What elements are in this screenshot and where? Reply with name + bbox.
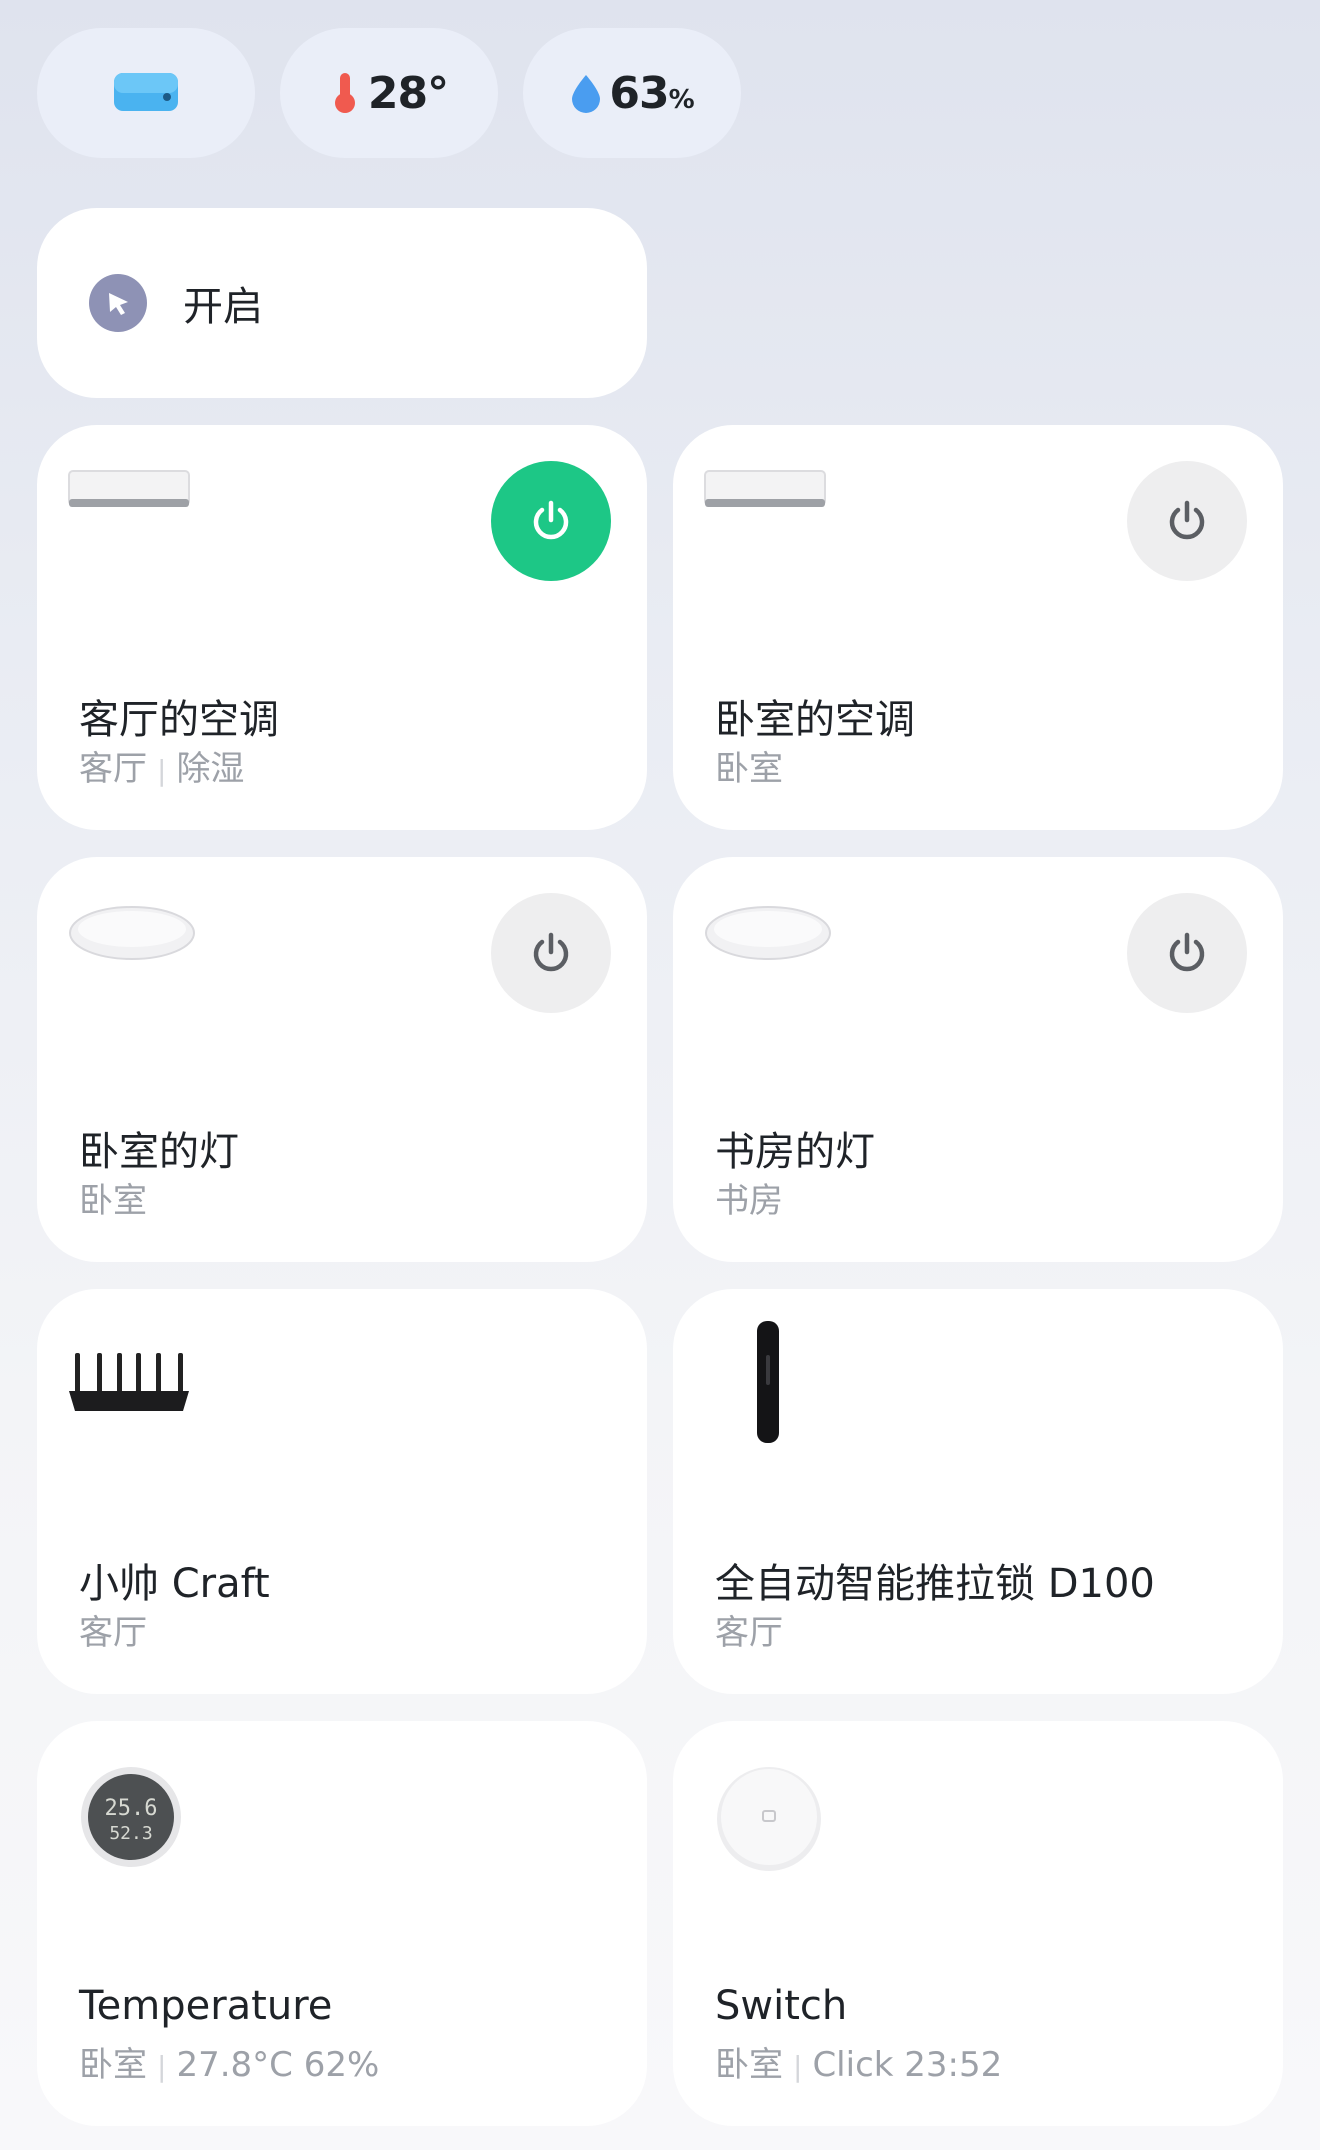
- humidity-value: 63: [609, 67, 669, 119]
- device-subtitle: 客厅: [715, 1605, 783, 1654]
- air-conditioner-icon: [114, 73, 178, 111]
- device-name: 全自动智能推拉锁 D100: [715, 1561, 1155, 1607]
- device-card-smart-lock[interactable]: 全自动智能推拉锁 D100 客厅: [673, 1289, 1283, 1694]
- device-status: 27.8°C 62%: [176, 2045, 380, 2085]
- power-icon: [533, 500, 569, 540]
- power-icon: [533, 932, 569, 972]
- smart-lock-icon: [753, 1319, 783, 1449]
- power-button[interactable]: [1127, 893, 1247, 1013]
- cursor-scene-icon: [89, 274, 147, 332]
- router-icon: [67, 1351, 191, 1421]
- sensor-display-temp: 25.6: [105, 1796, 158, 1821]
- device-status: 除湿: [176, 749, 245, 789]
- device-card-bedroom-light[interactable]: 卧室的灯 卧室: [37, 857, 647, 1262]
- air-conditioner-icon: [703, 465, 827, 519]
- humidity-unit: %: [668, 85, 695, 115]
- separator: |: [157, 754, 167, 787]
- device-room: 客厅: [79, 1613, 147, 1653]
- device-subtitle: 卧室 | 27.8°C 62%: [79, 2037, 379, 2086]
- ceiling-light-icon: [703, 897, 833, 967]
- device-room: 卧室: [715, 749, 783, 789]
- device-name: 客厅的空调: [79, 697, 279, 743]
- device-room: 卧室: [715, 2045, 783, 2085]
- device-room: 书房: [715, 1181, 783, 1221]
- thermometer-icon: [334, 73, 355, 113]
- device-room: 卧室: [79, 1181, 147, 1221]
- device-card-study-light[interactable]: 书房的灯 书房: [673, 857, 1283, 1262]
- sensor-display-humidity: 52.3: [109, 1823, 152, 1844]
- device-room: 客厅: [715, 1613, 783, 1653]
- power-icon: [1169, 932, 1205, 972]
- device-card-wireless-switch[interactable]: Switch 卧室 | Click 23:52: [673, 1721, 1283, 2126]
- device-name: Switch: [715, 1983, 848, 2029]
- device-subtitle: 书房: [715, 1173, 783, 1222]
- device-subtitle: 客厅: [79, 1605, 147, 1654]
- temperature-pill[interactable]: 28°: [280, 28, 498, 158]
- wireless-switch-icon: [715, 1765, 823, 1877]
- device-room: 客厅: [79, 749, 147, 789]
- power-icon: [1169, 500, 1205, 540]
- device-card-temperature-sensor[interactable]: 25.6 52.3 Temperature 卧室 | 27.8°C 62%: [37, 1721, 647, 2126]
- separator: |: [793, 2050, 803, 2083]
- device-subtitle: 客厅 | 除湿: [79, 741, 244, 790]
- thermometer-sensor-icon: 25.6 52.3: [79, 1765, 183, 1873]
- device-status: Click 23:52: [812, 2045, 1003, 2085]
- ceiling-light-icon: [67, 897, 197, 967]
- device-name: 小帅 Craft: [79, 1561, 270, 1607]
- device-name: Temperature: [79, 1983, 333, 2029]
- separator: |: [157, 2050, 167, 2083]
- air-conditioner-icon: [67, 465, 191, 519]
- device-subtitle: 卧室 | Click 23:52: [715, 2037, 1002, 2086]
- scene-label: 开启: [183, 284, 263, 330]
- droplet-icon: [572, 75, 601, 113]
- device-card-bedroom-ac[interactable]: 卧室的空调 卧室: [673, 425, 1283, 830]
- device-room: 卧室: [79, 2045, 147, 2085]
- device-card-living-room-ac[interactable]: 客厅的空调 客厅 | 除湿: [37, 425, 647, 830]
- scene-card[interactable]: 开启: [37, 208, 647, 398]
- device-name: 卧室的空调: [715, 697, 915, 743]
- temperature-value: 28°: [367, 67, 449, 119]
- power-button[interactable]: [491, 893, 611, 1013]
- power-button[interactable]: [1127, 461, 1247, 581]
- power-button[interactable]: [491, 461, 611, 581]
- device-name: 书房的灯: [715, 1129, 875, 1175]
- ac-mode-pill[interactable]: [37, 28, 255, 158]
- device-card-router[interactable]: 小帅 Craft 客厅: [37, 1289, 647, 1694]
- device-subtitle: 卧室: [715, 741, 783, 790]
- device-name: 卧室的灯: [79, 1129, 239, 1175]
- humidity-pill[interactable]: 63 %: [523, 28, 741, 158]
- device-subtitle: 卧室: [79, 1173, 147, 1222]
